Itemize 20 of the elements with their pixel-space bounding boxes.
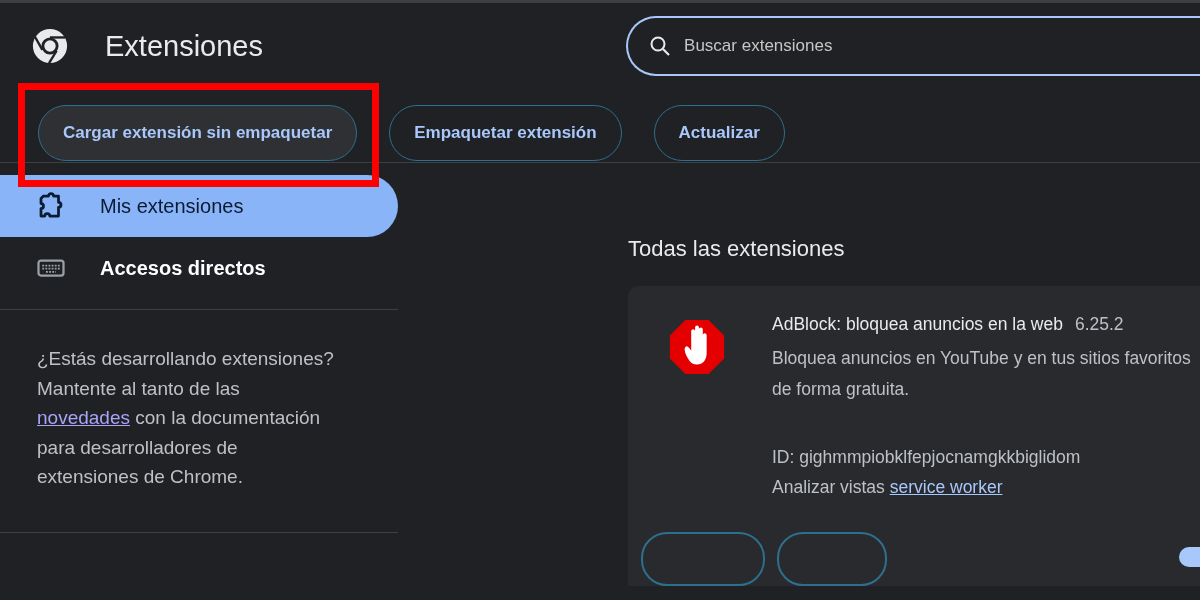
remove-button[interactable] [777,532,887,586]
details-button[interactable] [641,532,765,586]
chrome-logo-icon [31,27,69,65]
extension-description: Bloquea anuncios en YouTube y en tus sitios favoritos de forma gratuita. [772,347,1192,401]
extension-id: ID: gighmmpiobklfepjocnamgkkbiglidom [772,446,1082,469]
service-worker-link[interactable]: service worker [889,477,1003,497]
inspect-label: Analizar vistas [772,477,885,497]
extension-name: AdBlock: bloquea anuncios en la web [772,314,1063,335]
search-field[interactable]: Buscar extensiones [626,16,1200,76]
sidebar-item[interactable]: Mis extensiones [0,175,398,237]
stop-hand-icon [668,318,726,376]
news-link[interactable]: novedades [37,407,130,428]
page-title: Extensiones [105,29,263,63]
extension-version: 6.25.2 [1074,314,1124,335]
toggle-switch[interactable] [1179,547,1200,567]
search-input[interactable]: Buscar extensiones [682,35,1087,57]
toolbar-button[interactable]: Cargar extensión sin empaquetar [38,104,358,161]
sidebar-item[interactable]: Accesos directos [0,237,398,299]
developer-promo-text: ¿Estás desarrollando extensiones? Mantente al tanto de las novedades con la documentación para desarrolladores de extensiones de Chrome. [37,347,335,489]
section-title: Todas las extensiones [628,236,846,262]
